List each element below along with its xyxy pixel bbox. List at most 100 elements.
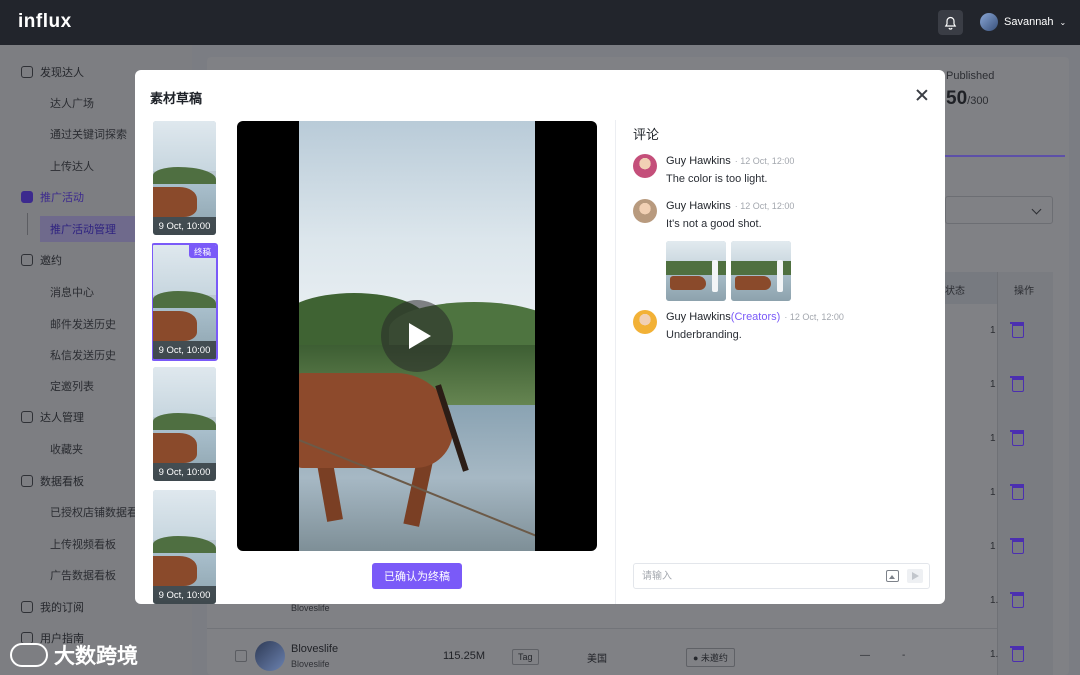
nav-group-icon bbox=[21, 475, 33, 487]
sidebar-item-label: 邀约 bbox=[40, 255, 62, 267]
thumbnail-list: 9 Oct, 10:00 终稿 9 Oct, 10:00 9 Oct, 10:00 9 … bbox=[152, 121, 218, 604]
comment-image[interactable] bbox=[666, 241, 726, 301]
trash-icon[interactable] bbox=[1010, 322, 1024, 338]
empty-value: - bbox=[902, 650, 906, 661]
trash-icon[interactable] bbox=[1010, 484, 1024, 500]
sidebar-item-label: 收藏夹 bbox=[50, 444, 83, 456]
sidebar-item-label: 推广活动管理 bbox=[50, 224, 116, 236]
avatar bbox=[633, 310, 657, 334]
tag-badge: Tag bbox=[512, 649, 539, 665]
comment-text: The color is too light. bbox=[666, 173, 768, 185]
sidebar-item-label: 达人管理 bbox=[40, 412, 84, 424]
user-avatar bbox=[980, 13, 998, 31]
nav-group-icon bbox=[21, 191, 33, 203]
comment-timestamp: 12 Oct, 12:00 bbox=[735, 156, 795, 166]
divider bbox=[615, 120, 616, 604]
row-value: 1 bbox=[990, 325, 996, 336]
image-upload-icon[interactable] bbox=[886, 570, 899, 582]
trash-icon[interactable] bbox=[1010, 376, 1024, 392]
sidebar-item-label: 推广活动 bbox=[40, 192, 84, 204]
chevron-down-icon bbox=[1031, 204, 1042, 215]
comment-text: Underbranding. bbox=[666, 329, 742, 341]
top-bar: influx Savannah ⌄ bbox=[0, 0, 1080, 45]
draft-thumbnail[interactable]: 终稿 9 Oct, 10:00 bbox=[152, 243, 218, 361]
trash-icon[interactable] bbox=[1010, 538, 1024, 554]
draft-thumbnail[interactable]: 9 Oct, 10:00 bbox=[153, 490, 216, 604]
user-name: Savannah bbox=[1004, 16, 1054, 28]
comment-timestamp: 12 Oct, 12:00 bbox=[735, 201, 795, 211]
sidebar-item-label: 上传达人 bbox=[50, 161, 94, 173]
row-value: 1 bbox=[990, 433, 996, 444]
trash-icon[interactable] bbox=[1010, 646, 1024, 662]
thumbnail-timestamp: 9 Oct, 10:00 bbox=[153, 217, 216, 235]
filter-select[interactable] bbox=[945, 196, 1053, 224]
final-badge: 终稿 bbox=[188, 245, 216, 258]
sidebar-item-label: 通过关键词探索 bbox=[50, 129, 127, 141]
draft-modal: 素材草稿 9 Oct, 10:00 终稿 9 Oct, 10:00 9 Oct, 10… bbox=[135, 70, 945, 604]
nav-group-icon bbox=[21, 411, 33, 423]
follower-count: 115.25M bbox=[443, 650, 485, 662]
comment-author: Guy Hawkins12 Oct, 12:00 bbox=[666, 200, 794, 212]
row-checkbox[interactable] bbox=[235, 650, 247, 662]
modal-title: 素材草稿 bbox=[150, 91, 203, 106]
country: 美国 bbox=[587, 654, 607, 665]
sidebar-item-label: 我的订阅 bbox=[40, 602, 84, 614]
row-value: 1 bbox=[990, 541, 996, 552]
table-row[interactable]: Bloveslife Bloveslife 115.25M Tag 美国 ● 未… bbox=[207, 628, 997, 675]
sidebar-item-label: 数据看板 bbox=[40, 476, 84, 488]
confirm-final-button[interactable]: 已确认为终稿 bbox=[372, 563, 462, 589]
empty-value: — bbox=[860, 650, 870, 661]
user-menu[interactable]: Savannah ⌄ bbox=[980, 13, 1066, 31]
comment-input-box bbox=[633, 563, 930, 589]
creator-handle: Bloveslife bbox=[291, 659, 330, 669]
thumbnail-timestamp: 9 Oct, 10:00 bbox=[153, 341, 216, 359]
creator-name[interactable]: Bloveslife bbox=[291, 643, 338, 655]
row-value: 1. bbox=[990, 595, 999, 606]
draft-thumbnail[interactable]: 9 Oct, 10:00 bbox=[153, 367, 216, 481]
comment-image[interactable] bbox=[731, 241, 791, 301]
watermark-text: 大数跨境 bbox=[54, 645, 138, 668]
avatar bbox=[255, 641, 285, 671]
nav-tree-line bbox=[27, 213, 28, 235]
sidebar-item-label: 邮件发送历史 bbox=[50, 319, 116, 331]
comment-input[interactable] bbox=[634, 564, 874, 588]
sidebar-item-label: 广告数据看板 bbox=[50, 570, 116, 582]
row-value: 1 bbox=[990, 487, 996, 498]
close-icon[interactable] bbox=[916, 89, 928, 101]
notification-bell-icon[interactable] bbox=[938, 10, 963, 35]
watermark: 大数跨境 bbox=[10, 640, 138, 670]
trash-icon[interactable] bbox=[1010, 592, 1024, 608]
creator-tag: (Creators) bbox=[730, 311, 781, 323]
column-status: 状态 bbox=[945, 286, 965, 297]
play-icon[interactable] bbox=[381, 300, 453, 372]
app-logo[interactable]: influx bbox=[18, 11, 72, 33]
status-badge: ● 未邀约 bbox=[686, 648, 735, 667]
thumbnail-timestamp: 9 Oct, 10:00 bbox=[153, 586, 216, 604]
sidebar-item-label: 发现达人 bbox=[40, 67, 84, 79]
trash-icon[interactable] bbox=[1010, 430, 1024, 446]
comment-text: It's not a good shot. bbox=[666, 218, 762, 230]
published-label: Published bbox=[946, 70, 995, 82]
watermark-logo-icon bbox=[10, 643, 48, 667]
draft-thumbnail[interactable]: 9 Oct, 10:00 bbox=[153, 121, 216, 235]
avatar bbox=[633, 199, 657, 223]
nav-group-icon bbox=[21, 254, 33, 266]
column-action: 操作 bbox=[1014, 286, 1034, 297]
sidebar-item-label: 定邀列表 bbox=[50, 381, 94, 393]
avatar bbox=[633, 154, 657, 178]
chevron-down-icon: ⌄ bbox=[1059, 17, 1067, 27]
thumbnail-timestamp: 9 Oct, 10:00 bbox=[153, 463, 216, 481]
sidebar-item-label: 达人广场 bbox=[50, 98, 94, 110]
sidebar-item-label: 私信发送历史 bbox=[50, 350, 116, 362]
row-handle-peek: Bloveslife bbox=[291, 603, 330, 613]
comment-author: Guy Hawkins12 Oct, 12:00 bbox=[666, 155, 794, 167]
video-player[interactable] bbox=[237, 121, 597, 551]
published-count: 50/300 bbox=[946, 88, 989, 109]
comment-author: Guy Hawkins(Creators)12 Oct, 12:00 bbox=[666, 311, 844, 323]
sidebar-item-label: 上传视频看板 bbox=[50, 539, 116, 551]
comment-timestamp: 12 Oct, 12:00 bbox=[784, 312, 844, 322]
send-icon[interactable] bbox=[907, 569, 923, 583]
sidebar-item-label: 消息中心 bbox=[50, 287, 94, 299]
action-column: 操作 bbox=[997, 272, 1053, 675]
nav-group-icon bbox=[21, 601, 33, 613]
